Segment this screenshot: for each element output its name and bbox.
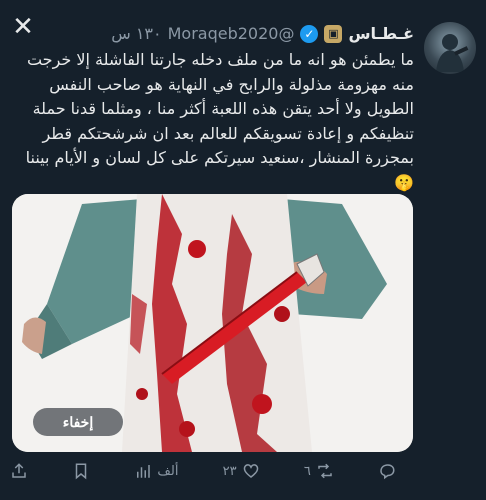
tweet-line: تنظيفكم و إعادة تسويقكم للعالم بعد ان شر…: [42, 123, 414, 143]
handle[interactable]: @Moraqeb2020: [168, 24, 295, 43]
like-count: ٢٣: [222, 463, 237, 479]
like-button[interactable]: ٢٣: [223, 462, 260, 480]
retweet-icon: [318, 463, 332, 479]
retweet-button[interactable]: ٦: [304, 462, 334, 480]
verified-icon: ✓: [300, 24, 319, 43]
avatar[interactable]: [424, 22, 476, 74]
close-icon[interactable]: ✕: [10, 14, 36, 40]
tweet-line: 🤫: [394, 172, 414, 192]
badge-icon: ▣: [324, 24, 343, 43]
reply-button[interactable]: [378, 462, 396, 480]
heart-icon: [243, 464, 258, 478]
bookmark-icon: [75, 463, 87, 480]
display-name[interactable]: غـطـاس: [348, 24, 414, 43]
tweet-line: الطويل ولا أحد يتقن هذه اللعبة أكثر منا …: [32, 99, 414, 118]
tweet-line: بمجزرة المنشار ،سنعيد سيرتكم على كل لسان…: [25, 148, 414, 167]
retweet-count: ٦: [303, 463, 311, 479]
tweet-line: ما يطمئن هو انه ما من ملف دخله جارتنا ال…: [26, 50, 414, 69]
reply-icon: [380, 464, 395, 480]
share-icon: [12, 463, 26, 478]
tweet-actions: ألف ٢٣ ٦: [10, 458, 396, 484]
share-button[interactable]: [10, 462, 28, 480]
views-count: ألف: [157, 463, 179, 479]
tweet-header: غـطـاس ▣ ✓ @Moraqeb2020 ١٣٠ س: [111, 24, 414, 43]
tweet-line: منه مهزومة مذلولة والرابح في النهاية هو …: [49, 74, 414, 94]
hide-media-button[interactable]: إخفاء: [33, 408, 123, 436]
views-icon: [137, 465, 151, 478]
bookmark-button[interactable]: [72, 462, 90, 480]
tweet-text: ما يطمئن هو انه ما من ملف دخله جارتنا ال…: [10, 48, 414, 195]
views-button[interactable]: ألف: [134, 462, 178, 480]
timestamp[interactable]: ١٣٠ س: [111, 24, 161, 43]
